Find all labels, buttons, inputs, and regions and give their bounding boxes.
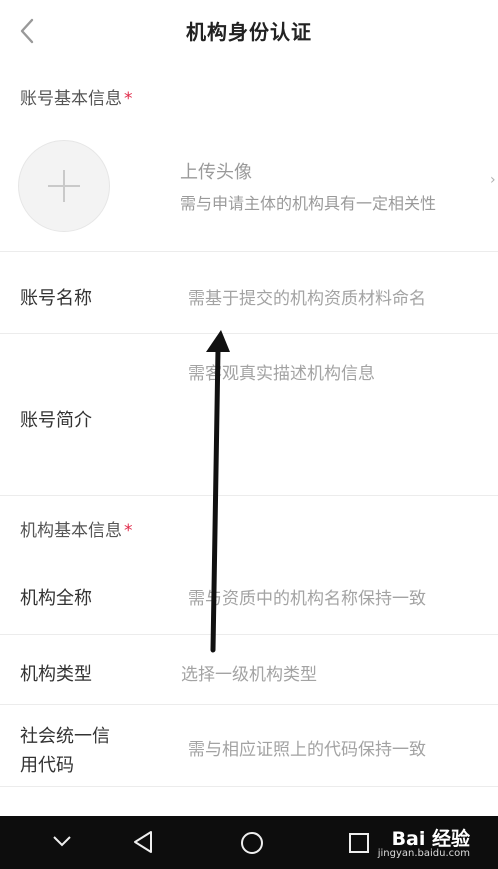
divider	[0, 251, 498, 252]
section-title-org: 机构基本信息 *	[20, 521, 133, 541]
org-type-select[interactable]: 选择一级机构类型	[181, 660, 317, 685]
chevron-right-icon: ›	[490, 172, 496, 188]
upload-avatar-hint: 需与申请主体的机构具有一定相关性	[180, 194, 437, 213]
recent-square-icon[interactable]	[348, 832, 370, 854]
header-bar: 机构身份认证	[0, 0, 498, 62]
chevron-down-icon[interactable]	[52, 834, 72, 848]
credit-code-label: 社会统一信 用代码	[20, 726, 110, 776]
watermark-url: jingyan.baidu.com	[377, 848, 470, 859]
org-full-name-label: 机构全称	[20, 588, 92, 609]
watermark-logo: Bai 经验	[391, 828, 470, 850]
required-mark: *	[124, 89, 133, 109]
back-triangle-icon[interactable]	[132, 830, 154, 854]
section-title-account: 账号基本信息 *	[20, 89, 133, 109]
org-type-label: 机构类型	[20, 664, 92, 685]
divider	[0, 704, 498, 705]
required-mark: *	[124, 521, 133, 541]
credit-code-input[interactable]: 需与相应证照上的代码保持一致	[188, 735, 426, 760]
upload-avatar-label[interactable]: 上传头像	[180, 158, 252, 184]
account-name-label: 账号名称	[20, 288, 92, 309]
avatar-upload-button[interactable]	[18, 140, 110, 232]
system-nav-bar: Bai 经验 jingyan.baidu.com	[0, 816, 498, 869]
account-intro-label: 账号简介	[20, 410, 92, 431]
divider	[0, 333, 498, 334]
home-circle-icon[interactable]	[240, 831, 264, 855]
account-name-input[interactable]: 需基于提交的机构资质材料命名	[188, 284, 426, 309]
org-full-name-input[interactable]: 需与资质中的机构名称保持一致	[188, 584, 426, 609]
divider	[0, 495, 498, 496]
account-intro-input[interactable]: 需客观真实描述机构信息	[188, 359, 375, 384]
divider	[0, 634, 498, 635]
page-title: 机构身份认证	[186, 20, 312, 44]
divider	[0, 786, 498, 787]
